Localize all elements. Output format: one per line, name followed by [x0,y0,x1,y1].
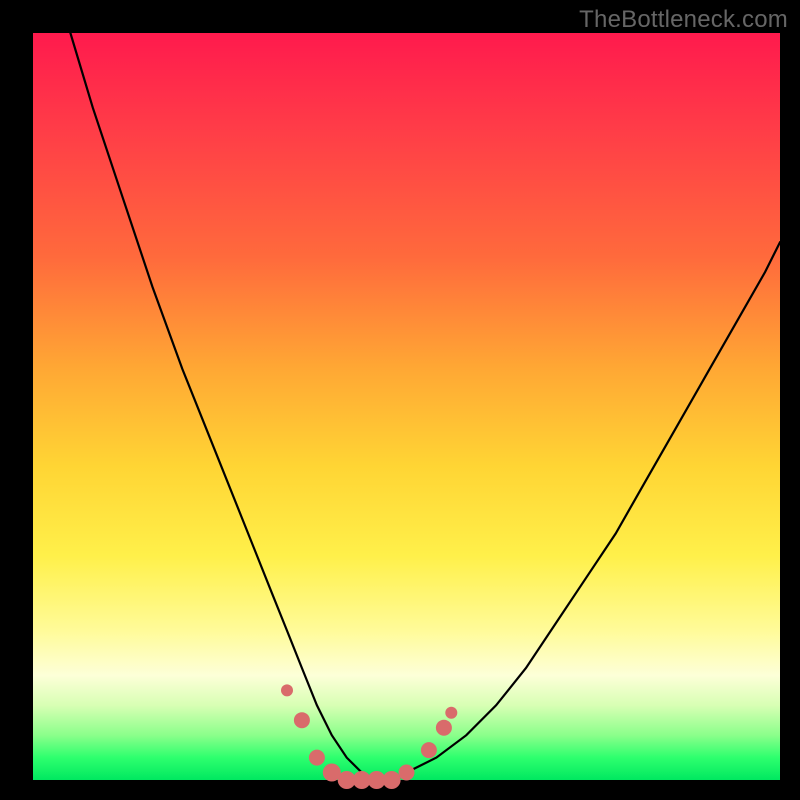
watermark-text: TheBottleneck.com [579,6,788,34]
marker-group [281,684,457,789]
plot-area [33,33,780,780]
curve-svg [33,33,780,780]
marker-point [294,712,310,728]
marker-point [436,720,452,736]
marker-point [383,771,401,789]
marker-point [309,750,325,766]
marker-point [445,707,457,719]
bottleneck-curve [70,33,780,780]
chart-frame: TheBottleneck.com [0,0,800,800]
marker-point [281,684,293,696]
marker-point [421,742,437,758]
marker-point [399,765,415,781]
